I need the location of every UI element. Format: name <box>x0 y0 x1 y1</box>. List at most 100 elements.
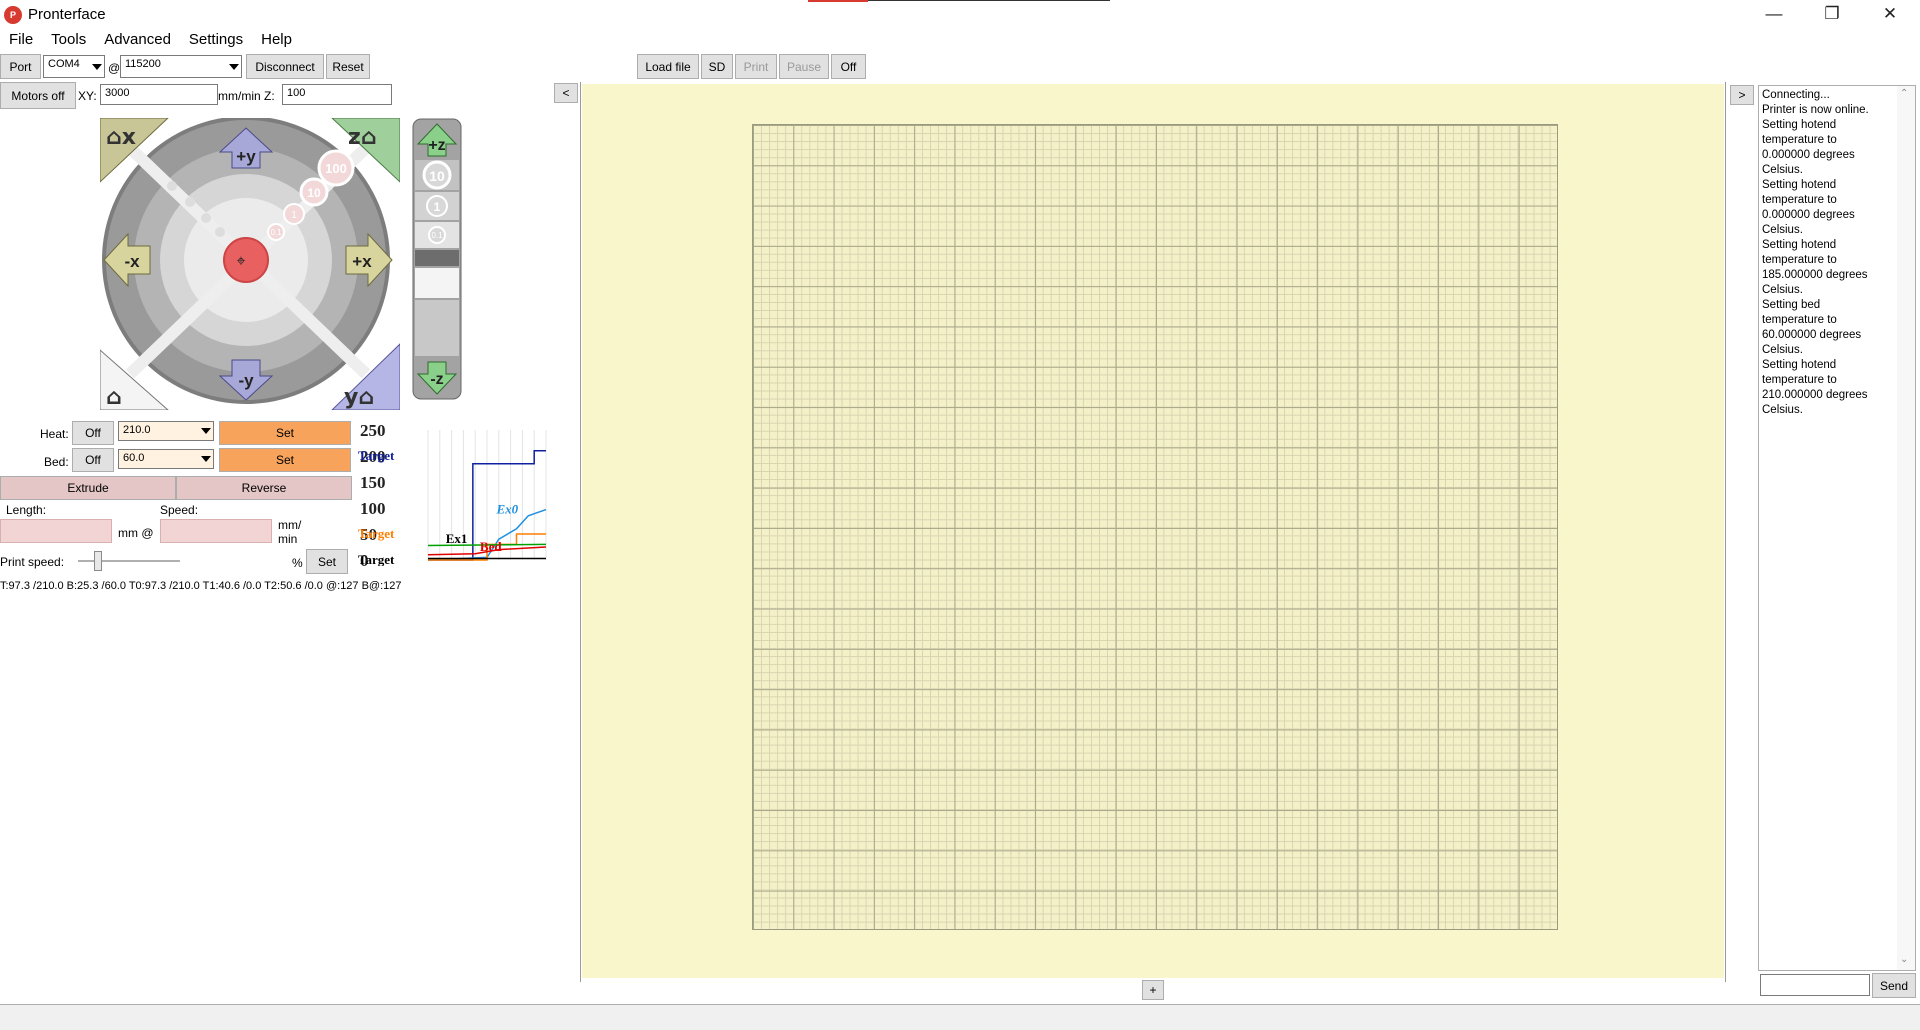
chevron-down-icon <box>201 456 211 462</box>
disconnect-button[interactable]: Disconnect <box>246 54 324 79</box>
app-logo-icon: P <box>4 6 22 24</box>
svg-text:-x: -x <box>124 252 140 271</box>
log-line: temperature to <box>1762 374 1837 386</box>
log-line: Celsius. <box>1762 164 1803 176</box>
z-jog-control: +z 10 1 0.1 -z <box>412 118 462 400</box>
heat-set-button[interactable]: Set <box>219 421 351 445</box>
graph-series-label: Bed <box>480 539 502 554</box>
svg-text:100: 100 <box>325 161 347 176</box>
log-line: Setting bed <box>1762 299 1821 311</box>
bed-temp-value: 60.0 <box>123 452 145 464</box>
command-input[interactable] <box>1760 974 1870 996</box>
port-select[interactable]: COM4 <box>43 55 105 78</box>
mm-at-label: mm @ <box>118 526 154 540</box>
svg-text:+y: +y <box>236 147 256 166</box>
svg-text:-y: -y <box>238 371 254 390</box>
extrude-speed-input[interactable] <box>160 519 272 543</box>
log-line: Setting hotend <box>1762 179 1837 191</box>
chevron-down-icon <box>201 428 211 434</box>
log-line: Setting hotend <box>1762 119 1837 131</box>
bed-off-button[interactable]: Off <box>72 448 114 472</box>
print-button[interactable]: Print <box>735 54 777 79</box>
log-line: Celsius. <box>1762 404 1803 416</box>
print-speed-set-button[interactable]: Set <box>306 549 348 574</box>
graph-y-tick-label: 100 <box>360 499 386 518</box>
reverse-button[interactable]: Reverse <box>176 476 352 500</box>
graph-series-label: Target <box>358 526 395 541</box>
menu-help[interactable]: Help <box>252 29 301 51</box>
svg-text:-z: -z <box>430 371 443 388</box>
baud-value: 115200 <box>125 58 161 70</box>
reset-button[interactable]: Reset <box>326 54 370 79</box>
graph-y-tick-label: 250 <box>360 424 386 440</box>
pause-button[interactable]: Pause <box>779 54 829 79</box>
collapse-right-button[interactable]: > <box>1730 85 1754 105</box>
percent-label: % <box>292 556 303 570</box>
svg-text:+z: +z <box>428 137 445 154</box>
maximize-button[interactable]: ❐ <box>1803 0 1861 28</box>
sd-button[interactable]: SD <box>701 54 733 79</box>
speed-label: Speed: <box>160 503 199 517</box>
load-file-button[interactable]: Load file <box>637 54 699 79</box>
log-line: temperature to <box>1762 254 1837 266</box>
extrude-length-input[interactable] <box>0 519 112 543</box>
xy-feedrate-input[interactable]: 3000 <box>100 84 218 105</box>
print-speed-slider-thumb[interactable] <box>94 551 102 571</box>
min-text: min <box>278 532 298 546</box>
menu-tools[interactable]: Tools <box>42 29 95 51</box>
build-plate-grid[interactable] <box>752 124 1558 930</box>
log-line: 0.000000 degrees <box>1762 149 1855 161</box>
log-line: temperature to <box>1762 314 1837 326</box>
temperature-status-line: T:97.3 /210.0 B:25.3 /60.0 T0:97.3 /210.… <box>0 580 402 592</box>
log-line: 0.000000 degrees <box>1762 209 1855 221</box>
print-speed-label: Print speed: <box>0 555 65 569</box>
heat-temp-select[interactable]: 210.0 <box>118 421 214 441</box>
z-feedrate-input[interactable]: 100 <box>282 84 392 105</box>
scroll-down-icon[interactable]: ⌄ <box>1900 954 1908 965</box>
collapse-left-button[interactable]: < <box>554 83 578 103</box>
menu-advanced[interactable]: Advanced <box>95 29 180 51</box>
mm-per-text: mm/ <box>278 518 302 532</box>
chevron-down-icon <box>229 63 239 70</box>
log-line: Printer is now online. <box>1762 104 1869 116</box>
bed-set-button[interactable]: Set <box>219 448 351 472</box>
graph-series-label: Target <box>358 552 395 566</box>
xy-label: XY: <box>78 89 97 103</box>
menu-file[interactable]: File <box>0 29 42 51</box>
temperature-graph: 250200150100500TargetTargetTargetEx0Ex1B… <box>358 424 547 566</box>
bed-temp-select[interactable]: 60.0 <box>118 449 214 469</box>
log-line: Celsius. <box>1762 344 1803 356</box>
minimize-button[interactable]: — <box>1745 0 1803 28</box>
svg-text:10: 10 <box>307 186 321 200</box>
close-button[interactable]: ✕ <box>1861 0 1919 28</box>
motors-off-button[interactable]: Motors off <box>0 82 76 109</box>
xy-unit-label: mm/min Z: <box>218 89 275 103</box>
heat-label: Heat: <box>40 427 69 441</box>
menu-settings[interactable]: Settings <box>180 29 252 51</box>
window-title: Pronterface <box>28 6 106 23</box>
log-console[interactable]: Connecting... Printer is now online. Setti… <box>1758 85 1916 971</box>
heat-temp-value: 210.0 <box>123 424 151 436</box>
graph-series-label: Target <box>358 448 395 463</box>
extrude-button[interactable]: Extrude <box>0 476 176 500</box>
port-value: COM4 <box>48 58 80 70</box>
log-lines: Connecting... Printer is now online. Setti… <box>1759 86 1915 418</box>
send-button[interactable]: Send <box>1872 973 1916 998</box>
svg-text:0.1: 0.1 <box>270 228 282 237</box>
port-button[interactable]: Port <box>0 54 41 79</box>
heat-off-button[interactable]: Off <box>72 421 114 445</box>
log-line: temperature to <box>1762 194 1837 206</box>
scroll-up-icon[interactable]: ⌃ <box>1900 88 1908 99</box>
plater-add-button[interactable]: + <box>1142 980 1164 1000</box>
svg-text:10: 10 <box>429 168 445 184</box>
svg-text:⌂x: ⌂x <box>106 125 136 150</box>
log-scrollbar[interactable] <box>1897 86 1915 970</box>
svg-text:0.1: 0.1 <box>431 231 443 240</box>
svg-text:⌂: ⌂ <box>106 385 122 410</box>
at-label: @ <box>108 61 121 75</box>
off-button[interactable]: Off <box>831 54 866 79</box>
svg-text:z⌂: z⌂ <box>348 125 377 150</box>
baud-select[interactable]: 115200 <box>120 55 242 78</box>
xy-home-center[interactable] <box>223 237 269 283</box>
title-accent-mark <box>808 0 868 2</box>
